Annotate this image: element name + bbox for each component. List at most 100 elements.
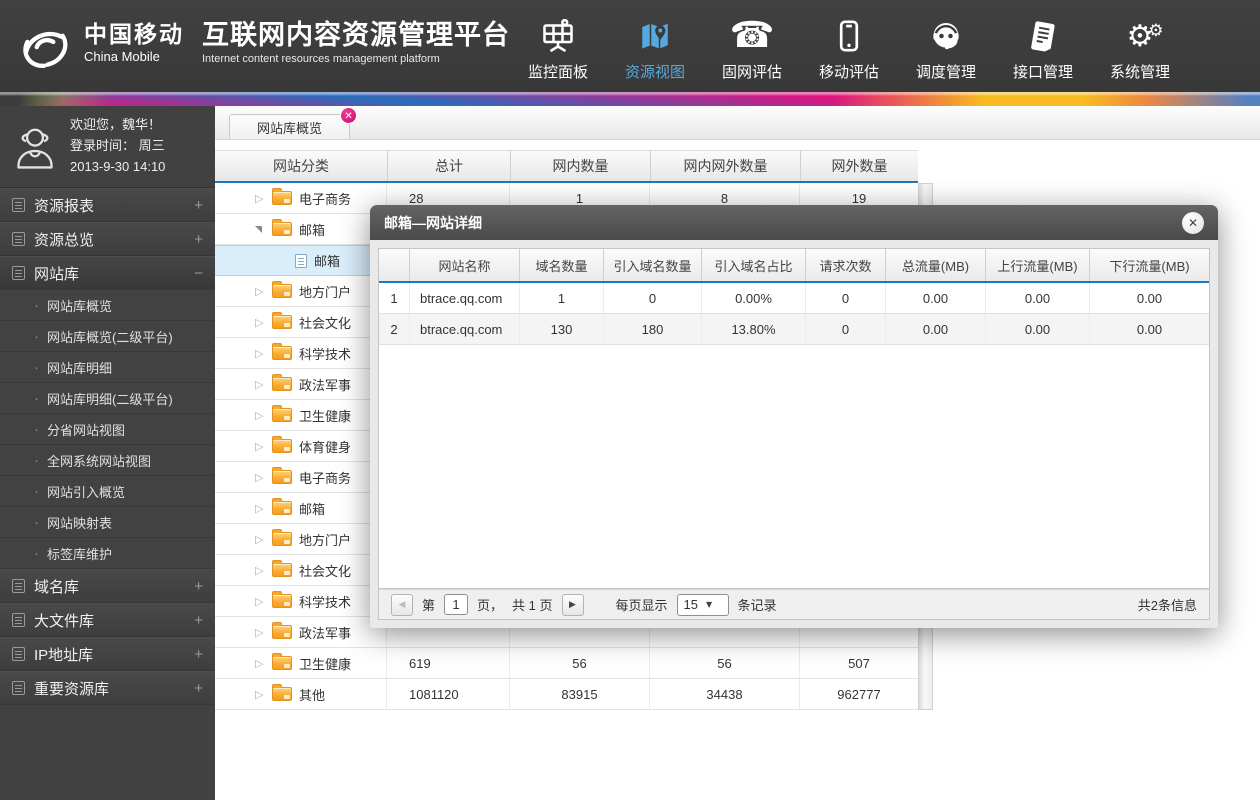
nav-item-fixed-network[interactable]: ☎ 固网评估 [712,8,792,86]
category-label: 邮箱 [299,222,326,238]
cell-site-name: btrace.qq.com [409,314,519,344]
sidebar-item-site-import-overview[interactable]: · 网站引入概览 [0,476,215,507]
nav-item-interface[interactable]: 接口管理 [1003,8,1083,86]
folder-icon [272,281,292,298]
nav-item-dispatch[interactable]: 调度管理 [906,8,986,86]
expand-arrow-icon[interactable]: ▷ [255,564,265,577]
minus-icon[interactable]: − [194,265,203,282]
expand-arrow-icon[interactable]: ▷ [255,316,265,329]
nav-label: 接口管理 [1012,64,1073,81]
tab-site-overview[interactable]: 网站库概览 ✕ [229,107,358,139]
bullet-icon: · [34,451,39,469]
expand-arrow-icon[interactable]: ▷ [255,595,265,608]
category-label: 电子商务 [299,470,352,486]
sidebar-item-whole-network-view[interactable]: · 全网系统网站视图 [0,445,215,476]
expand-arrow-icon[interactable]: ▷ [255,657,265,670]
expand-arrow-icon[interactable]: ▷ [255,192,265,205]
sidebar-group-resource-overview[interactable]: 资源总览 + [0,222,215,256]
cell-requests: 0 [805,283,885,313]
sidebar-item-site-mapping[interactable]: · 网站映射表 [0,507,215,538]
item-label: 网站库明细(二级平台) [47,391,173,407]
expand-arrow-icon[interactable]: ▷ [255,533,265,546]
per-page-suffix: 条记录 [737,598,777,613]
dialog-body: 网站名称 域名数量 引入域名数量 引入域名占比 请求次数 总流量(MB) 上行流… [370,240,1218,628]
folder-icon [272,560,292,577]
mobile-icon [832,16,866,54]
plus-icon[interactable]: + [194,578,203,595]
nav-item-resource-view[interactable]: 资源视图 [615,8,695,86]
next-page-button[interactable]: ▶ [561,593,584,616]
sidebar-item-site-overview-l2[interactable]: · 网站库概览(二级平台) [0,321,215,352]
expand-arrow-icon[interactable]: ▷ [255,378,265,391]
cell-external: 962777 [837,686,881,702]
pagination-bar: ◀ 第 页， 共 1 页 ▶ 每页显示 15 ▼ 条记录 共2条信息 [378,589,1210,620]
expand-arrow-icon[interactable]: ▷ [255,688,265,701]
sidebar-item-tag-maintenance[interactable]: · 标签库维护 [0,538,215,569]
cell-requests: 0 [805,314,885,344]
site-detail-table: 网站名称 域名数量 引入域名数量 引入域名占比 请求次数 总流量(MB) 上行流… [378,248,1210,589]
sidebar-item-site-overview[interactable]: · 网站库概览 [0,290,215,321]
cell-imported: 0 [603,283,701,313]
bullet-icon: · [34,389,39,407]
total-records-info: 共2条信息 [1137,598,1197,613]
nav-item-dashboard[interactable]: 监控面板 [518,8,598,86]
folder-icon [272,529,292,546]
expand-arrow-icon[interactable]: ▷ [255,347,265,360]
folder-icon [272,188,292,205]
sidebar-group-domain-lib[interactable]: 域名库 + [0,569,215,603]
category-label: 邮箱 [299,501,326,517]
category-label: 社会文化 [299,563,352,579]
plus-icon[interactable]: + [194,197,203,214]
per-page-value: 15 [683,597,698,612]
sidebar-item-site-detail-l2[interactable]: · 网站库明细(二级平台) [0,383,215,414]
dialog-close-icon[interactable]: ✕ [1182,211,1204,234]
tab-label: 网站库概览 [257,120,323,136]
cell-index: 1 [390,290,398,306]
expand-arrow-icon[interactable]: ▷ [255,502,265,515]
per-page-label: 每页显示 [615,598,668,613]
tab-close-icon[interactable]: ✕ [340,107,358,124]
table-row[interactable]: ▷ 卫生健康 619 56 56 507 [215,648,918,679]
per-page-select[interactable]: 15 ▼ [676,593,729,616]
bullet-icon: · [34,358,39,376]
cell-ratio: 0.00% [701,283,805,313]
table-row[interactable]: ▷ 其他 1081120 83915 34438 962777 [215,679,918,710]
sidebar-group-website-lib[interactable]: 网站库 − [0,256,215,290]
folder-icon [272,405,292,422]
sidebar-item-site-detail[interactable]: · 网站库明细 [0,352,215,383]
page-number-input[interactable] [444,594,469,615]
plus-icon[interactable]: + [194,612,203,629]
sidebar-group-resource-report[interactable]: 资源报表 + [0,188,215,222]
collapse-arrow-icon[interactable] [255,225,262,233]
nav-item-mobile-eval[interactable]: 移动评估 [809,8,889,86]
expand-arrow-icon[interactable]: ▷ [255,626,265,639]
category-label: 社会文化 [299,315,352,331]
folder-icon [272,467,292,484]
sidebar-group-ip-lib[interactable]: IP地址库 + [0,637,215,671]
expand-arrow-icon[interactable]: ▷ [255,285,265,298]
nav-label: 系统管理 [1109,64,1170,81]
expand-arrow-icon[interactable]: ▷ [255,440,265,453]
prev-page-button[interactable]: ◀ [391,593,413,616]
plus-icon[interactable]: + [194,231,203,248]
file-icon [295,253,307,268]
dialog-header[interactable]: 邮箱—网站详细 ✕ [370,205,1218,240]
category-label: 其他 [299,687,326,703]
chevron-down-icon: ▼ [705,600,713,609]
sidebar-group-bigfile-lib[interactable]: 大文件库 + [0,603,215,637]
brand-logo: 中国移动 China Mobile 互联网内容资源管理平台 Internet c… [16,14,510,72]
plus-icon[interactable]: + [194,680,203,697]
telephone-icon: ☎ [729,15,775,56]
plus-icon[interactable]: + [194,646,203,663]
nav-item-system[interactable]: ⚙ ⚙ 系统管理 [1100,8,1180,86]
cell-total: 619 [387,648,510,678]
sidebar-item-province-view[interactable]: · 分省网站视图 [0,414,215,445]
sidebar-group-important-lib[interactable]: 重要资源库 + [0,671,215,705]
detail-table-row[interactable]: 1 btrace.qq.com 1 0 0.00% 0 0.00 0.00 0.… [379,283,1209,314]
expand-arrow-icon[interactable]: ▷ [255,409,265,422]
doc-icon [12,579,25,593]
detail-table-row[interactable]: 2 btrace.qq.com 130 180 13.80% 0 0.00 0.… [379,314,1209,345]
expand-arrow-icon[interactable]: ▷ [255,471,265,484]
platform-subtitle: Internet content resources management pl… [202,53,440,66]
cell-ratio: 13.80% [701,314,805,344]
